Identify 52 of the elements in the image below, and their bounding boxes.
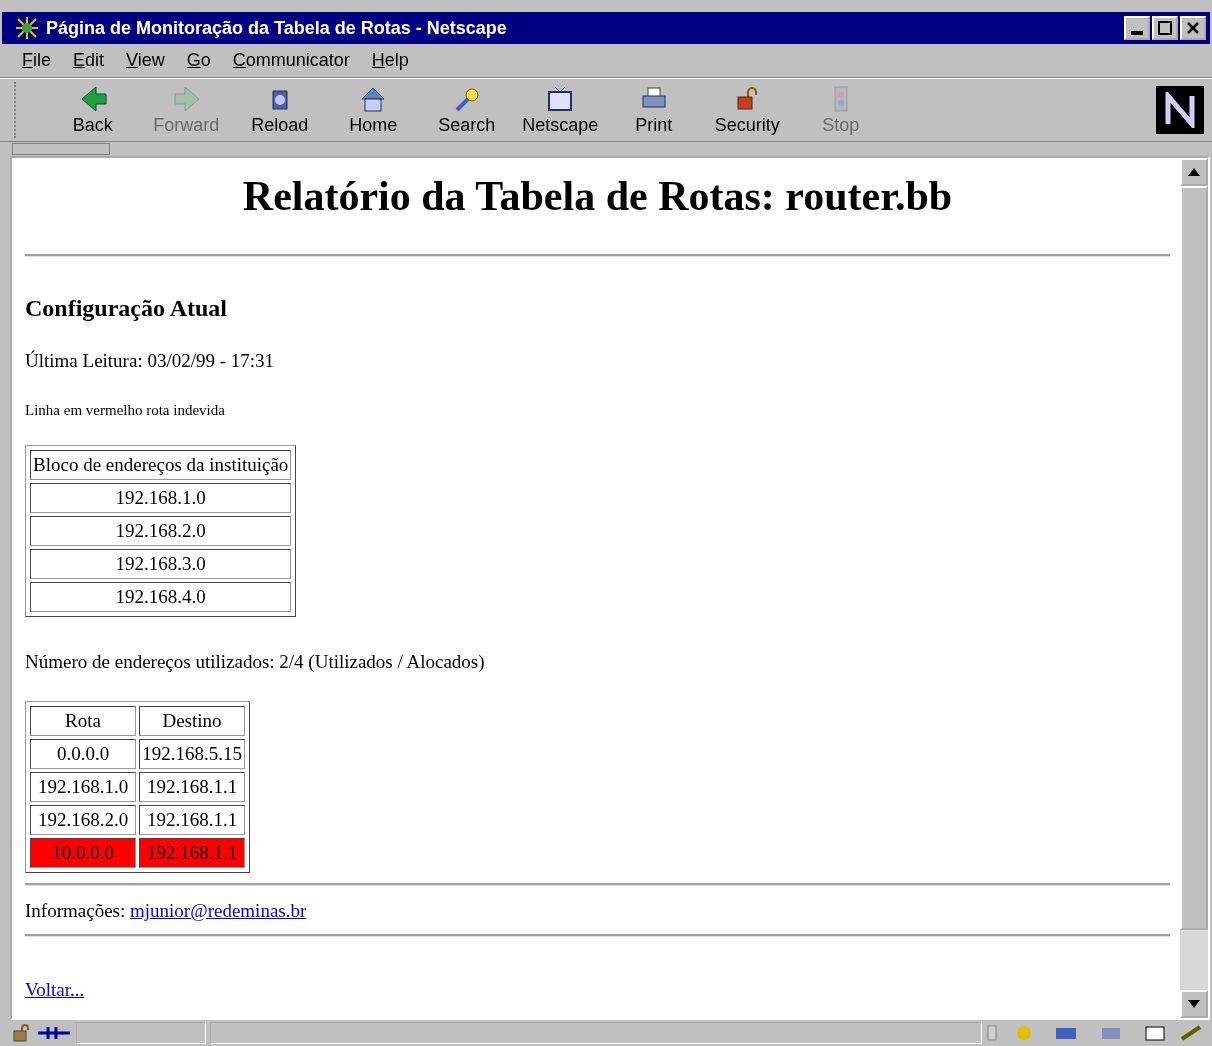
close-icon (1187, 22, 1199, 34)
table-cell: 192.168.1.0 (30, 772, 136, 802)
table-cell: 192.168.4.0 (30, 582, 292, 612)
scroll-up-button[interactable] (1180, 158, 1208, 186)
minimize-button[interactable] (1124, 16, 1150, 40)
page-heading: Relatório da Tabela de Rotas: router.bb (241, 172, 954, 220)
table-cell: 10.0.0.0 (30, 838, 136, 868)
menu-item[interactable]: Go (186, 50, 211, 71)
scroll-down-button[interactable] (1180, 990, 1208, 1018)
toolbar-button[interactable]: Back (46, 84, 140, 136)
down-arrow-icon (1188, 1000, 1200, 1008)
last-read-text: Última Leitura: 03/02/99 - 17:31 (25, 350, 276, 372)
table-cell: 192.168.1.1 (139, 838, 245, 868)
forward-arrow-icon (171, 84, 202, 113)
toolbar-button[interactable]: Reload (233, 84, 327, 136)
table-cell: 192.168.2.0 (30, 516, 292, 546)
minimize-icon (1131, 31, 1143, 35)
maximize-icon (1158, 21, 1172, 35)
menu-item[interactable]: View (126, 50, 165, 71)
logo-icon (1156, 86, 1204, 134)
table-cell: 192.168.1.1 (139, 772, 245, 802)
table-cell: 192.168.2.0 (30, 805, 136, 835)
close-button[interactable] (1180, 16, 1206, 40)
table-cell: 192.168.3.0 (30, 549, 292, 579)
maximize-button[interactable] (1152, 16, 1178, 40)
toolbar-button[interactable]: Netscape (513, 84, 607, 136)
toolbar-grip[interactable] (12, 143, 110, 155)
app-icon (14, 15, 40, 41)
padlock-icon (12, 1023, 32, 1043)
section-heading: Configuração Atual (25, 295, 228, 322)
table-header: Bloco de endereços da instituição (30, 450, 292, 480)
table-cell: 192.168.1.1 (139, 805, 245, 835)
table-cell: 192.168.5.15 (139, 739, 245, 769)
toolbar-button[interactable]: Security (700, 84, 794, 136)
menu-item[interactable]: Edit (73, 50, 105, 71)
legend-text: Linha em vermelho rota indevida (25, 402, 226, 419)
window-title: Página de Monitoração da Tabela de Rotas - Netscape (46, 17, 508, 39)
table-cell: 0.0.0.0 (30, 739, 136, 769)
table-cell: 192.168.1.0 (30, 483, 292, 513)
menu-item[interactable]: Communicator (232, 50, 350, 71)
email-link[interactable]: mjunior@redeminas.br (130, 900, 307, 921)
column-header: Rota (30, 706, 136, 736)
up-arrow-icon (1188, 168, 1200, 176)
menu-item[interactable]: File (22, 50, 51, 71)
toolbar-button[interactable]: Search (420, 84, 514, 136)
menu-item[interactable]: Help (371, 50, 409, 71)
info-label: Informações: (25, 900, 126, 921)
usage-text: Número de endereços utilizados: 2/4 (Utilizados / Alocados) (25, 651, 486, 673)
back-link[interactable]: Voltar... (25, 979, 85, 1001)
toolbar-button[interactable]: Home (326, 84, 420, 136)
toolbar-button[interactable]: Print (607, 84, 701, 136)
column-header: Destino (139, 706, 245, 736)
